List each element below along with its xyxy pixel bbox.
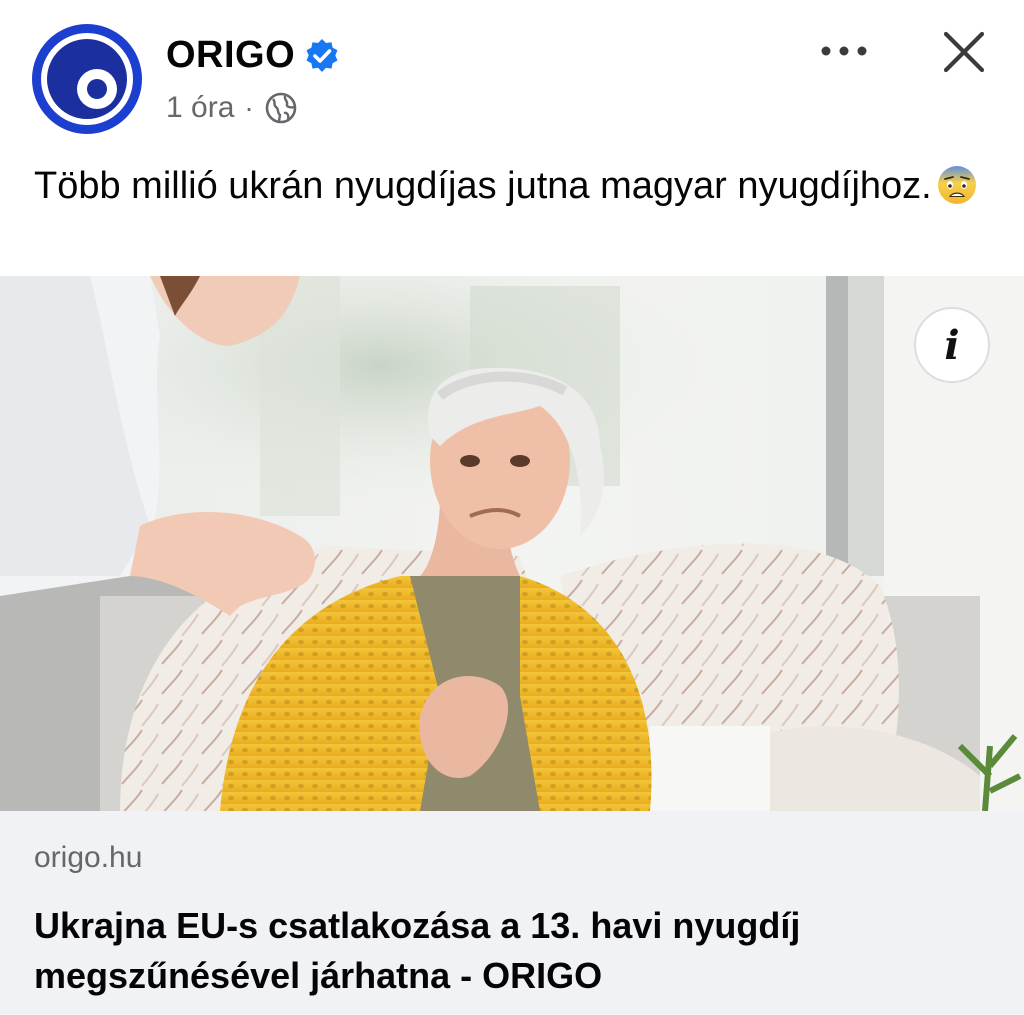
meta-separator: · xyxy=(244,92,254,123)
close-icon[interactable] xyxy=(940,28,988,76)
info-icon: i xyxy=(944,321,960,369)
link-title[interactable]: Ukrajna EU-s csatlakozása a 13. havi nyu… xyxy=(34,901,974,1001)
image-info-button[interactable]: i xyxy=(914,307,990,383)
link-preview-card[interactable]: origo.hu Ukrajna EU-s csatlakozása a 13.… xyxy=(0,811,1024,1015)
post-timestamp[interactable]: 1 óra xyxy=(166,91,234,125)
globe-icon xyxy=(265,92,297,124)
link-preview-image[interactable] xyxy=(0,276,1024,811)
more-horizontal-icon[interactable] xyxy=(818,36,870,66)
avatar-logo xyxy=(47,39,127,119)
verified-badge-icon xyxy=(306,39,338,72)
page-name[interactable]: ORIGO xyxy=(166,34,295,77)
link-domain: origo.hu xyxy=(34,841,143,874)
post-header: ORIGO 1 óra · xyxy=(0,0,1024,150)
page-avatar[interactable] xyxy=(32,24,142,134)
post-message-text: Több millió ukrán nyugdíjas jutna magyar… xyxy=(34,165,932,207)
post-meta: 1 óra · xyxy=(166,88,298,128)
anxious-face-emoji xyxy=(937,166,976,204)
avatar-logo-dot xyxy=(87,79,107,99)
post-message: Több millió ukrán nyugdíjas jutna magyar… xyxy=(34,158,994,214)
